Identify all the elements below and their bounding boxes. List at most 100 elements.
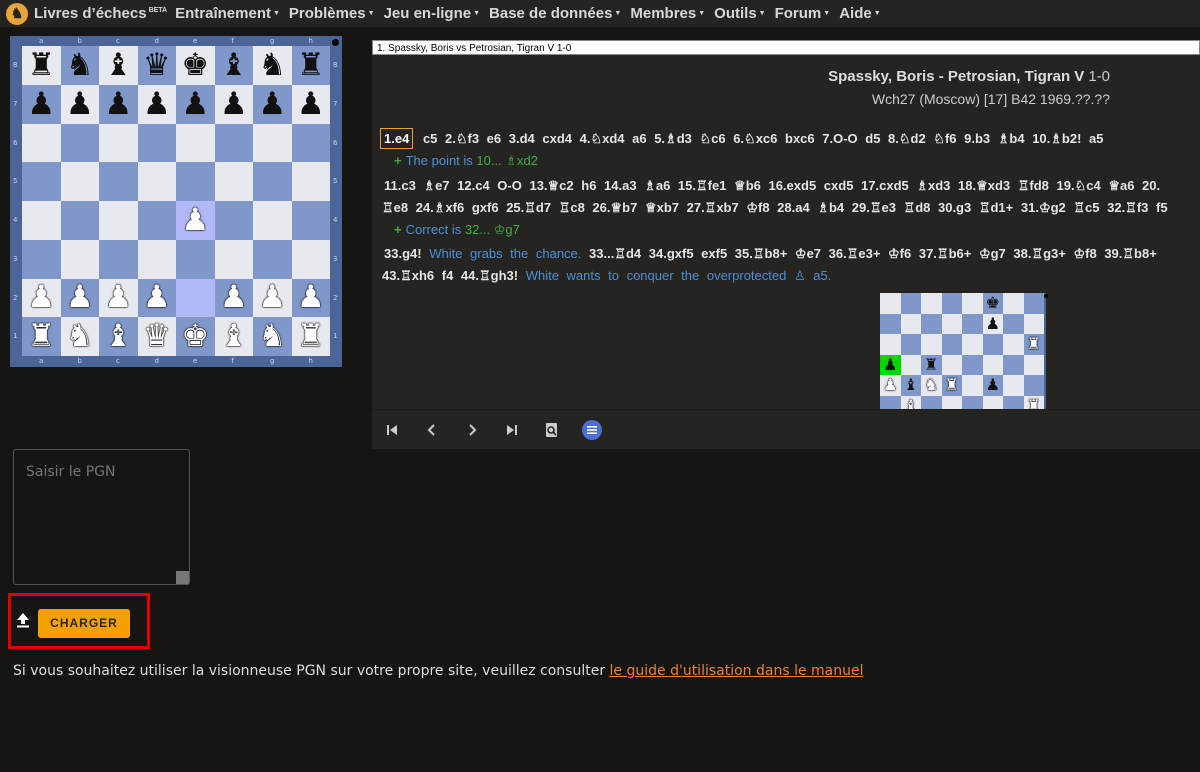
square-e6[interactable] [176,123,215,163]
square-f8[interactable]: ♝ [214,46,253,85]
square-d8[interactable]: ♛ [137,46,176,85]
square-a7[interactable]: ♟ [22,84,61,124]
black-knight-icon[interactable]: ♞ [258,49,286,81]
square-g7[interactable]: ♟ [253,84,292,124]
square-h1[interactable]: ♜ [291,317,330,356]
square-e4[interactable]: ♟ [176,201,215,240]
square-b7[interactable]: ♟ [60,84,99,124]
analysis-icon[interactable] [532,412,572,448]
square-a1[interactable]: ♜ [22,317,61,356]
white-king-icon[interactable]: ♚ [181,321,209,352]
square-b6[interactable] [60,123,99,163]
square-h7[interactable]: ♟ [291,84,330,124]
square-h5[interactable] [291,162,330,201]
square-g4[interactable] [253,201,292,240]
pgn-textarea[interactable] [13,449,190,585]
nav-item-base-de-donnees[interactable]: Base de données ▼ [489,5,621,22]
black-rook-icon[interactable]: ♜ [297,49,325,81]
square-d7[interactable]: ♟ [137,84,176,124]
white-queen-icon[interactable]: ♛ [143,321,171,352]
move-text[interactable]: ♖e8 24.♗xf6 gxf6 25.♖d7 ♖c8 26.♕b7 ♕xb7 … [382,200,1168,215]
square-a2[interactable]: ♟ [22,278,61,318]
nav-item-jeu-en-ligne[interactable]: Jeu en-ligne ▼ [384,5,480,22]
menu-icon[interactable] [572,412,612,448]
square-b8[interactable]: ♞ [60,46,99,85]
square-e8[interactable]: ♚ [176,46,215,85]
white-rook-icon[interactable]: ♜ [297,321,325,352]
square-e2[interactable] [176,278,215,318]
move-text[interactable]: 43.♖xh6 f4 44.♖gh3! [382,268,518,283]
current-move[interactable]: 1.e4 [380,128,414,149]
square-h2[interactable]: ♟ [291,278,330,318]
square-b4[interactable] [60,201,99,240]
square-b2[interactable]: ♟ [60,278,99,318]
black-knight-icon[interactable]: ♞ [66,49,94,81]
upload-icon[interactable] [16,612,30,628]
square-c1[interactable]: ♝ [99,317,138,356]
square-a8[interactable]: ♜ [22,46,61,85]
square-d2[interactable]: ♟ [137,278,176,318]
square-c7[interactable]: ♟ [99,84,138,124]
white-bishop-icon[interactable]: ♝ [220,321,248,352]
black-bishop-icon[interactable]: ♝ [104,49,132,81]
nav-item-membres[interactable]: Membres ▼ [630,5,705,22]
chess-board[interactable]: ♜ ♞ ♝ ♛ ♚ ♝ ♞ ♜ ♟ ♟ ♟ ♟ ♟ ♟ ♟ ♟ ♟ ♟ ♟ ♟ ♟ ♟ ♟ ♟ ♜ ♞ ♝ ♛ ♚ ♝ ♞ ♜ [22,46,330,356]
square-c6[interactable] [99,123,138,163]
white-pawn-icon[interactable]: ♟ [220,282,248,313]
next-move-icon[interactable] [452,412,492,448]
square-e7[interactable]: ♟ [176,84,215,124]
square-f5[interactable] [214,162,253,201]
black-rook-icon[interactable]: ♜ [27,49,55,81]
move-text[interactable]: 33.g4! [384,246,422,261]
black-pawn-icon[interactable]: ♟ [66,88,94,120]
square-a4[interactable] [22,201,61,240]
square-e1[interactable]: ♚ [176,317,215,356]
black-pawn-icon[interactable]: ♟ [27,88,55,120]
square-b3[interactable] [60,239,99,279]
load-button[interactable]: CHARGER [38,609,130,638]
square-h8[interactable]: ♜ [291,46,330,85]
comment-move[interactable]: 32... ♔g7 [465,222,520,237]
resize-grip[interactable] [176,571,189,584]
white-pawn-icon[interactable]: ♟ [104,282,132,313]
black-bishop-icon[interactable]: ♝ [220,49,248,81]
square-g3[interactable] [253,239,292,279]
manual-guide-link[interactable]: le guide d'utilisation dans le manuel [610,663,864,679]
last-move-icon[interactable] [492,412,532,448]
black-pawn-icon[interactable]: ♟ [104,88,132,120]
white-pawn-icon[interactable]: ♟ [66,282,94,313]
previous-move-icon[interactable] [412,412,452,448]
square-d3[interactable] [137,239,176,279]
square-f3[interactable] [214,239,253,279]
square-g1[interactable]: ♞ [253,317,292,356]
white-pawn-icon[interactable]: ♟ [181,204,209,236]
square-a3[interactable] [22,239,61,279]
square-h6[interactable] [291,123,330,163]
first-move-icon[interactable] [372,412,412,448]
white-knight-icon[interactable]: ♞ [258,321,286,352]
square-f6[interactable] [214,123,253,163]
game-select[interactable]: 1. Spassky, Boris vs Petrosian, Tigran V… [372,40,1200,55]
square-a6[interactable] [22,123,61,163]
square-b1[interactable]: ♞ [60,317,99,356]
square-d6[interactable] [137,123,176,163]
square-g2[interactable]: ♟ [253,278,292,318]
brand-link[interactable]: Livres d’échecs BETA [34,5,167,22]
black-pawn-icon[interactable]: ♟ [297,88,325,120]
square-c5[interactable] [99,162,138,201]
move-text[interactable]: 33...♖d4 34.gxf5 exf5 35.♖b8+ ♔e7 36.♖e3… [589,246,1157,261]
square-c4[interactable] [99,201,138,240]
square-f7[interactable]: ♟ [214,84,253,124]
square-g5[interactable] [253,162,292,201]
knight-logo-icon[interactable]: ♞ [6,2,28,25]
black-pawn-icon[interactable]: ♟ [220,88,248,120]
black-king-icon[interactable]: ♚ [181,49,209,81]
nav-item-entrainement[interactable]: Entraînement ▼ [175,5,280,22]
nav-item-aide[interactable]: Aide ▼ [839,5,880,22]
square-h4[interactable] [291,201,330,240]
white-pawn-icon[interactable]: ♟ [258,282,286,313]
white-pawn-icon[interactable]: ♟ [27,282,55,313]
white-bishop-icon[interactable]: ♝ [104,321,132,352]
move-text[interactable]: 11.c3 ♗e7 12.c4 O-O 13.♕c2 h6 14.a3 ♗a6 … [384,178,1160,193]
white-pawn-icon[interactable]: ♟ [297,282,325,313]
